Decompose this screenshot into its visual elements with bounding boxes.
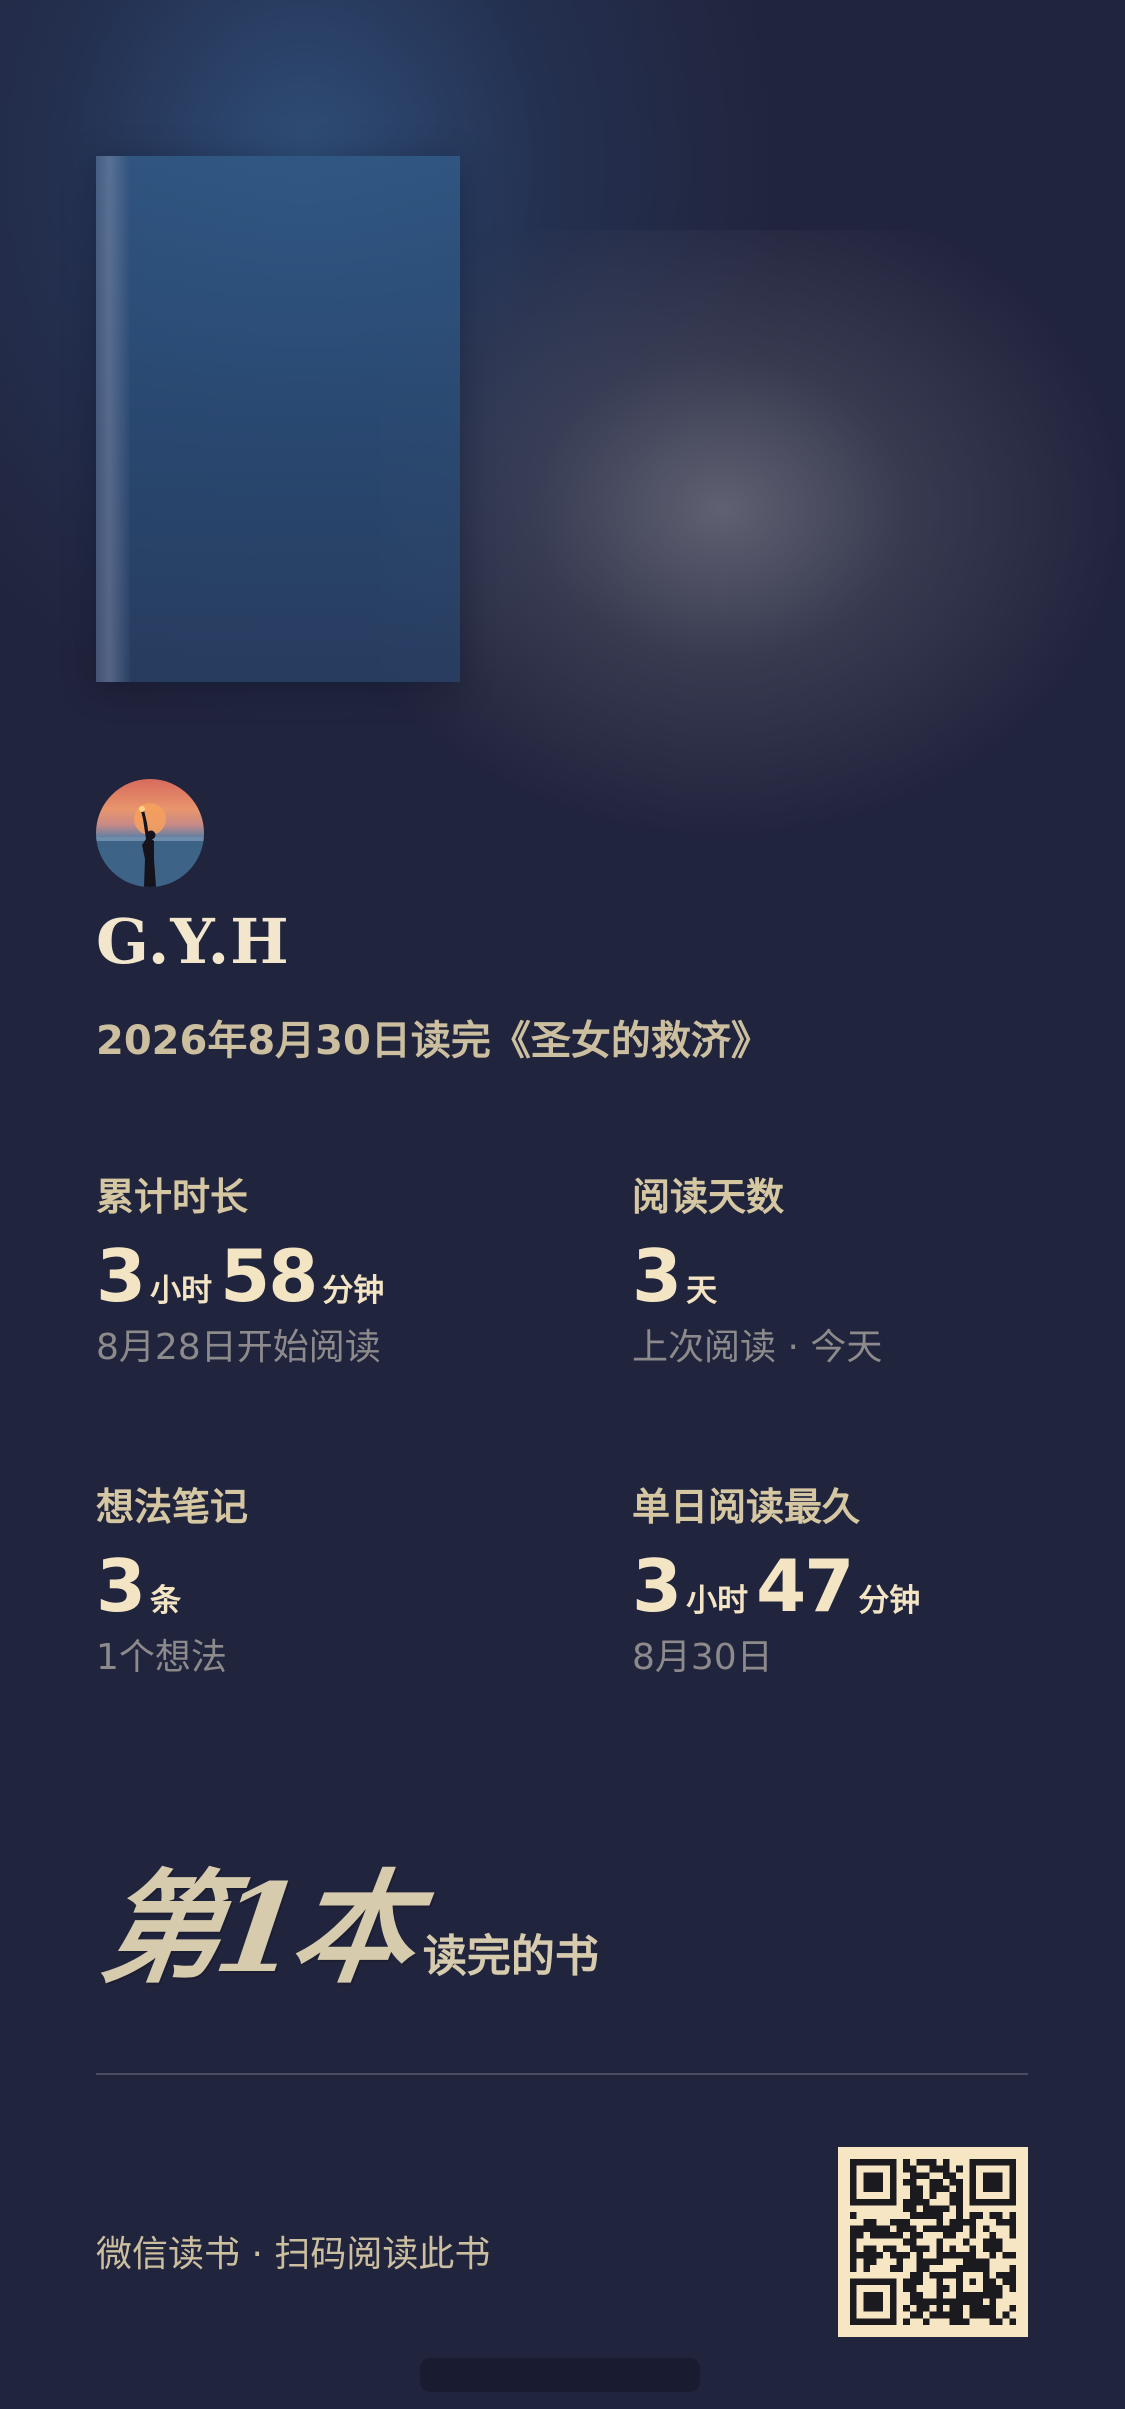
stat-value: 3 小时 47 分钟 [632, 1550, 1092, 1622]
stat-unit: 条 [150, 1583, 182, 1619]
stat-subtext: 8月28日开始阅读 [96, 1327, 381, 1368]
stat-notes: 想法笔记 3条 1个想法 [96, 1488, 556, 1676]
stat-unit: 小时 [150, 1273, 213, 1309]
stat-number: 3 [96, 1234, 146, 1318]
book-spine [96, 156, 130, 682]
qr-code[interactable] [838, 2147, 1028, 2337]
book-rank: 第1本 读完的书 [93, 1830, 599, 2007]
stat-number: 3 [96, 1544, 146, 1628]
watermark [420, 2358, 700, 2392]
qr-code-icon [850, 2159, 1016, 2325]
stat-unit: 分钟 [322, 1273, 385, 1309]
stat-reading-days: 阅读天数 3天 上次阅读 · 今天 [632, 1178, 1092, 1366]
footer-caption: 微信读书 · 扫码阅读此书 [96, 2234, 491, 2275]
rank-suffix: 读完的书 [422, 1931, 599, 1982]
stat-number: 3 [632, 1544, 682, 1628]
finish-date-line: 2026年8月30日读完《圣女的救济》 [96, 1018, 771, 1064]
book-cover[interactable] [96, 156, 460, 682]
stat-unit: 天 [686, 1273, 718, 1309]
stat-value: 3条 [96, 1550, 556, 1622]
stat-number: 3 [632, 1234, 682, 1318]
stat-value: 3天 [632, 1240, 1092, 1312]
stat-subtext: 1个想法 [96, 1637, 227, 1678]
rank-ordinal: 第1本 [92, 1856, 418, 2000]
stat-unit: 小时 [686, 1583, 749, 1619]
stat-number: 58 [220, 1234, 318, 1318]
avatar[interactable] [96, 779, 204, 887]
stat-value: 3 小时 58 分钟 [96, 1240, 556, 1312]
stat-number: 47 [756, 1544, 854, 1628]
stat-label: 想法笔记 [96, 1485, 249, 1529]
stat-total-time: 累计时长 3 小时 58 分钟 8月28日开始阅读 [96, 1178, 556, 1366]
stat-label: 累计时长 [96, 1175, 249, 1219]
stat-label: 阅读天数 [632, 1175, 785, 1219]
stat-label: 单日阅读最久 [632, 1485, 861, 1529]
background-glow-gray [380, 230, 1125, 850]
stat-subtext: 上次阅读 · 今天 [632, 1327, 883, 1368]
divider [96, 2073, 1028, 2075]
avatar-sunset-figure-icon [96, 803, 204, 887]
stat-unit: 分钟 [858, 1583, 921, 1619]
stat-subtext: 8月30日 [632, 1637, 773, 1678]
share-card: G.Y.H 2026年8月30日读完《圣女的救济》 累计时长 3 小时 58 分钟 8… [0, 0, 1125, 2409]
stat-longest-day: 单日阅读最久 3 小时 47 分钟 8月30日 [632, 1488, 1092, 1676]
username: G.Y.H [96, 905, 290, 978]
